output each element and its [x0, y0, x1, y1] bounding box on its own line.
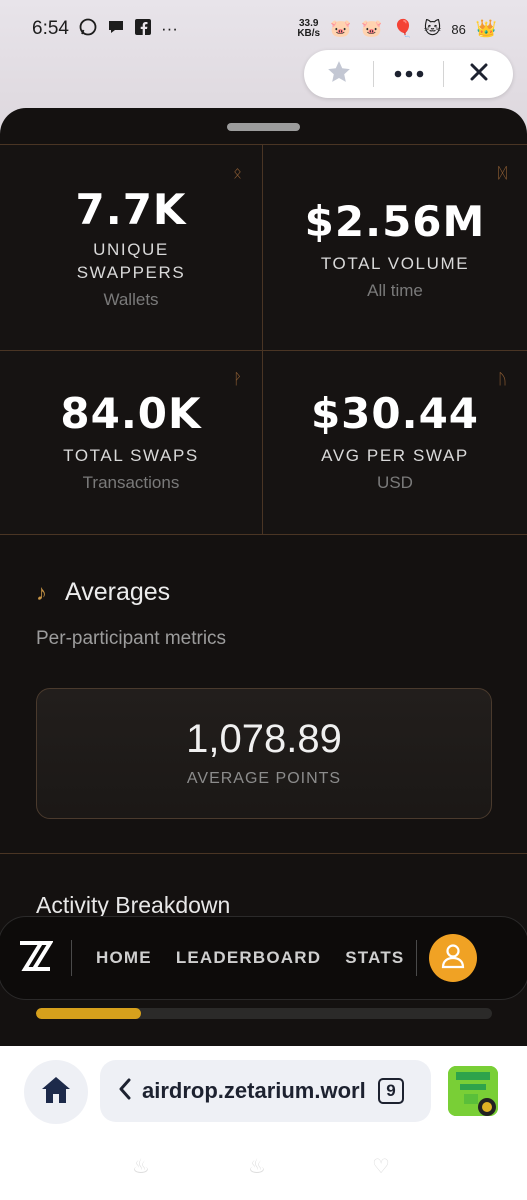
- decorative-icon: ♨: [132, 1156, 150, 1178]
- whatsapp-icon: [79, 18, 97, 41]
- rune-icon: ᛞ: [497, 165, 507, 182]
- profile-button[interactable]: [429, 934, 478, 982]
- averages-section: ♪ Averages Per-participant metrics 1,078…: [0, 534, 527, 854]
- nav-stats[interactable]: STATS: [333, 948, 416, 968]
- averages-header: ♪ Averages: [36, 578, 170, 607]
- music-note-icon: ♪: [36, 579, 47, 605]
- chat-icon: [107, 18, 125, 41]
- stat-label: UNIQUE: [93, 240, 169, 259]
- logo-icon: [17, 938, 54, 979]
- rune-icon: ᚢ: [497, 371, 507, 388]
- stat-subtitle: USD: [377, 473, 413, 492]
- nav-home[interactable]: HOME: [84, 948, 164, 968]
- browser-bottom-bar: airdrop.zetarium.worl 9 ♨ ♨ ♡: [0, 1046, 527, 1200]
- app-shortcut-icon[interactable]: [448, 1066, 498, 1116]
- stat-label: TOTAL VOLUME: [320, 254, 470, 273]
- stats-grid: ᛟ 7.7K UNIQUE SWAPPERS Wallets ᛞ $2.56M …: [0, 144, 527, 535]
- stats-sheet: ᛟ 7.7K UNIQUE SWAPPERS Wallets ᛞ $2.56M …: [0, 108, 527, 1046]
- stat-subtitle: All time: [367, 281, 423, 300]
- browser-home-button[interactable]: [24, 1060, 88, 1124]
- decorative-icon: ♨: [248, 1156, 266, 1178]
- average-points-card: 1,078.89 AVERAGE POINTS: [36, 688, 492, 819]
- stat-subtitle: Wallets: [103, 290, 159, 309]
- stat-card-unique-swappers: ᛟ 7.7K UNIQUE SWAPPERS Wallets: [0, 145, 263, 351]
- cat-icon: 🐱: [423, 19, 442, 38]
- url-text: airdrop.zetarium.worl: [142, 1078, 366, 1103]
- close-icon: [470, 63, 488, 86]
- scroll-progress-fill: [36, 1008, 141, 1019]
- stat-card-avg-per-swap: ᚢ $30.44 AVG PER SWAP USD: [263, 351, 527, 535]
- nav-divider: [71, 940, 72, 976]
- zetarium-logo[interactable]: [0, 938, 71, 979]
- average-points-value: 1,078.89: [186, 717, 342, 761]
- notification-icons: ···: [79, 18, 178, 41]
- back-chevron-icon[interactable]: [118, 1078, 132, 1105]
- network-speed-unit: KB/s: [297, 28, 321, 39]
- stat-label: TOTAL SWAPS: [63, 446, 199, 465]
- stat-label: AVG PER SWAP: [321, 446, 469, 465]
- favorite-button[interactable]: [304, 50, 373, 98]
- stat-value: $2.56M: [304, 197, 486, 246]
- sticker-icon: 🐷: [330, 19, 352, 38]
- stat-value: $30.44: [310, 389, 480, 438]
- stat-value: 84.0K: [60, 389, 202, 438]
- crown-icon: 👑: [475, 19, 497, 38]
- activity-breakdown-title: Activity Breakdown: [36, 892, 231, 918]
- facebook-icon: [134, 18, 151, 40]
- scroll-progress-bar: [36, 1008, 492, 1019]
- stat-value: 7.7K: [75, 185, 187, 234]
- status-right: 33.9 KB/s 🐷 🐷 🎈 🐱 86 👑: [297, 19, 497, 39]
- mini-program-menu: [304, 50, 513, 98]
- averages-title: Averages: [65, 578, 171, 606]
- rune-icon: ᚹ: [232, 371, 242, 388]
- average-points-label: AVERAGE POINTS: [186, 770, 342, 787]
- star-icon: [326, 59, 352, 90]
- nav-leaderboard[interactable]: LEADERBOARD: [164, 948, 333, 968]
- home-icon: [40, 1075, 72, 1110]
- stat-card-total-volume: ᛞ $2.56M TOTAL VOLUME All time: [263, 145, 527, 351]
- averages-description: Per-participant metrics: [36, 628, 227, 649]
- battery-level: 86: [451, 21, 466, 37]
- stat-label: SWAPPERS: [76, 263, 186, 282]
- bottom-navigation: HOME LEADERBOARD STATS: [0, 916, 527, 1000]
- status-time: 6:54: [32, 18, 69, 39]
- more-dots-icon: [394, 65, 424, 83]
- stat-card-total-swaps: ᚹ 84.0K TOTAL SWAPS Transactions: [0, 351, 263, 535]
- close-button[interactable]: [444, 50, 513, 98]
- rune-icon: ᛟ: [232, 165, 242, 182]
- more-notifications-icon: ···: [160, 19, 178, 38]
- network-speed: 33.9 KB/s: [297, 19, 320, 39]
- sheet-drag-handle[interactable]: [227, 123, 300, 131]
- tab-count-button[interactable]: 9: [378, 1078, 404, 1104]
- gesture-area: ♨ ♨ ♡: [0, 1154, 527, 1184]
- stat-subtitle: Transactions: [82, 473, 180, 492]
- address-bar[interactable]: airdrop.zetarium.worl 9: [100, 1060, 431, 1122]
- more-options-button[interactable]: [374, 50, 443, 98]
- nav-divider: [416, 940, 418, 976]
- decorative-icon: ♡: [372, 1156, 390, 1178]
- balloon-icon: 🎈: [392, 19, 414, 38]
- sticker-icon: 🐷: [361, 19, 383, 38]
- user-icon: [440, 943, 466, 974]
